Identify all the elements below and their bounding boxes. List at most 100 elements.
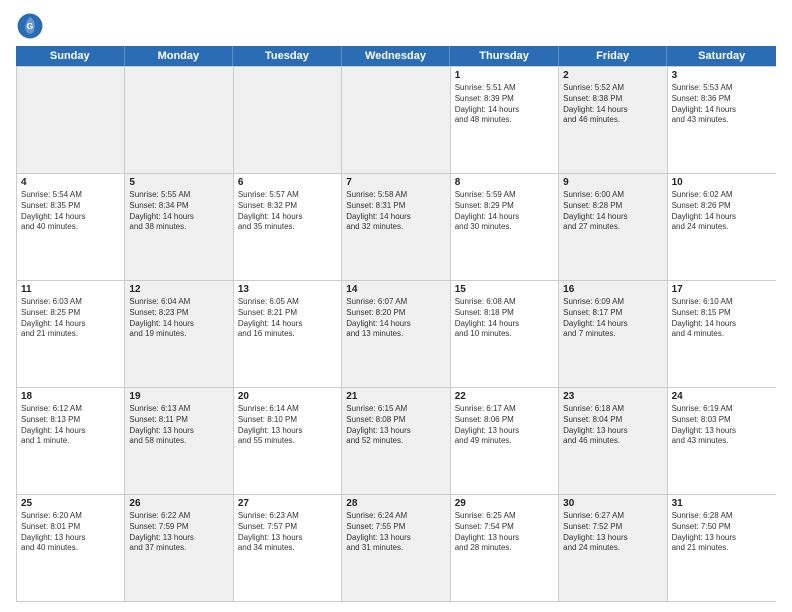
day-number: 19: [129, 391, 228, 402]
day-info: Sunrise: 6:04 AM Sunset: 8:23 PM Dayligh…: [129, 297, 228, 340]
header-day-friday: Friday: [559, 46, 668, 66]
calendar-cell-day-19: 19 Sunrise: 6:13 AM Sunset: 8:11 PM Dayli…: [125, 388, 233, 494]
day-number: 11: [21, 284, 120, 295]
calendar-cell-day-20: 20Sunrise: 6:14 AM Sunset: 8:10 PM Dayli…: [234, 388, 342, 494]
day-info: Sunrise: 6:07 AM Sunset: 8:20 PM Dayligh…: [346, 297, 445, 340]
day-info: Sunrise: 6:24 AM Sunset: 7:55 PM Dayligh…: [346, 511, 445, 554]
day-info: Sunrise: 6:00 AM Sunset: 8:28 PM Dayligh…: [563, 190, 662, 233]
day-number: 1: [455, 70, 554, 81]
day-info: Sunrise: 6:05 AM Sunset: 8:21 PM Dayligh…: [238, 297, 337, 340]
day-info: Sunrise: 6:14 AM Sunset: 8:10 PM Dayligh…: [238, 404, 337, 447]
day-number: 24: [672, 391, 772, 402]
day-info: Sunrise: 6:08 AM Sunset: 8:18 PM Dayligh…: [455, 297, 554, 340]
day-info: Sunrise: 6:12 AM Sunset: 8:13 PM Dayligh…: [21, 404, 120, 447]
calendar-row-2: 4 Sunrise: 5:54 AM Sunset: 8:35 PM Daylig…: [17, 173, 776, 280]
day-number: 27: [238, 498, 337, 509]
calendar-cell-day-21: 21 Sunrise: 6:15 AM Sunset: 8:08 PM Dayli…: [342, 388, 450, 494]
calendar-cell-day-31: 31 Sunrise: 6:28 AM Sunset: 7:50 PM Dayli…: [668, 495, 776, 601]
day-info: Sunrise: 5:51 AM Sunset: 8:39 PM Dayligh…: [455, 83, 554, 126]
day-number: 18: [21, 391, 120, 402]
day-info: Sunrise: 6:27 AM Sunset: 7:52 PM Dayligh…: [563, 511, 662, 554]
calendar-cell-day-10: 10 Sunrise: 6:02 AM Sunset: 8:26 PM Dayli…: [668, 174, 776, 280]
calendar-body: 1 Sunrise: 5:51 AM Sunset: 8:39 PM Daylig…: [16, 66, 776, 602]
calendar-cell-empty: [125, 67, 233, 173]
calendar-cell-day-15: 15 Sunrise: 6:08 AM Sunset: 8:18 PM Dayli…: [451, 281, 559, 387]
day-number: 21: [346, 391, 445, 402]
calendar-cell-day-26: 26 Sunrise: 6:22 AM Sunset: 7:59 PM Dayli…: [125, 495, 233, 601]
day-info: Sunrise: 6:18 AM Sunset: 8:04 PM Dayligh…: [563, 404, 662, 447]
day-info: Sunrise: 6:19 AM Sunset: 8:03 PM Dayligh…: [672, 404, 772, 447]
logo: G: [16, 12, 48, 40]
calendar-cell-empty: [234, 67, 342, 173]
calendar-row-1: 1 Sunrise: 5:51 AM Sunset: 8:39 PM Daylig…: [17, 66, 776, 173]
day-number: 5: [129, 177, 228, 188]
day-number: 17: [672, 284, 772, 295]
day-number: 23: [563, 391, 662, 402]
day-number: 13: [238, 284, 337, 295]
calendar-cell-empty: [17, 67, 125, 173]
day-info: Sunrise: 5:53 AM Sunset: 8:36 PM Dayligh…: [672, 83, 772, 126]
day-info: Sunrise: 6:23 AM Sunset: 7:57 PM Dayligh…: [238, 511, 337, 554]
day-info: Sunrise: 5:54 AM Sunset: 8:35 PM Dayligh…: [21, 190, 120, 233]
day-info: Sunrise: 6:25 AM Sunset: 7:54 PM Dayligh…: [455, 511, 554, 554]
calendar-row-4: 18 Sunrise: 6:12 AM Sunset: 8:13 PM Dayli…: [17, 387, 776, 494]
header-day-thursday: Thursday: [450, 46, 559, 66]
day-number: 26: [129, 498, 228, 509]
day-info: Sunrise: 6:22 AM Sunset: 7:59 PM Dayligh…: [129, 511, 228, 554]
calendar-cell-day-5: 5 Sunrise: 5:55 AM Sunset: 8:34 PM Daylig…: [125, 174, 233, 280]
calendar-header: SundayMondayTuesdayWednesdayThursdayFrid…: [16, 46, 776, 66]
calendar-cell-day-18: 18 Sunrise: 6:12 AM Sunset: 8:13 PM Dayli…: [17, 388, 125, 494]
svg-text:G: G: [27, 21, 34, 31]
day-info: Sunrise: 5:57 AM Sunset: 8:32 PM Dayligh…: [238, 190, 337, 233]
calendar-cell-day-12: 12 Sunrise: 6:04 AM Sunset: 8:23 PM Dayli…: [125, 281, 233, 387]
calendar-cell-day-24: 24 Sunrise: 6:19 AM Sunset: 8:03 PM Dayli…: [668, 388, 776, 494]
calendar-row-3: 11 Sunrise: 6:03 AM Sunset: 8:25 PM Dayli…: [17, 280, 776, 387]
logo-icon: G: [16, 12, 44, 40]
calendar-cell-day-13: 13 Sunrise: 6:05 AM Sunset: 8:21 PM Dayli…: [234, 281, 342, 387]
day-info: Sunrise: 5:58 AM Sunset: 8:31 PM Dayligh…: [346, 190, 445, 233]
header-day-saturday: Saturday: [667, 46, 776, 66]
calendar-cell-day-3: 3 Sunrise: 5:53 AM Sunset: 8:36 PM Daylig…: [668, 67, 776, 173]
day-info: Sunrise: 6:02 AM Sunset: 8:26 PM Dayligh…: [672, 190, 772, 233]
day-number: 12: [129, 284, 228, 295]
day-number: 9: [563, 177, 662, 188]
day-info: Sunrise: 6:09 AM Sunset: 8:17 PM Dayligh…: [563, 297, 662, 340]
day-number: 31: [672, 498, 772, 509]
day-number: 6: [238, 177, 337, 188]
day-info: Sunrise: 6:03 AM Sunset: 8:25 PM Dayligh…: [21, 297, 120, 340]
day-info: Sunrise: 6:10 AM Sunset: 8:15 PM Dayligh…: [672, 297, 772, 340]
day-number: 7: [346, 177, 445, 188]
calendar-cell-day-30: 30Sunrise: 6:27 AM Sunset: 7:52 PM Dayli…: [559, 495, 667, 601]
calendar-cell-day-9: 9 Sunrise: 6:00 AM Sunset: 8:28 PM Daylig…: [559, 174, 667, 280]
day-info: Sunrise: 6:20 AM Sunset: 8:01 PM Dayligh…: [21, 511, 120, 554]
day-number: 16: [563, 284, 662, 295]
header: G: [16, 12, 776, 40]
day-info: Sunrise: 5:52 AM Sunset: 8:38 PM Dayligh…: [563, 83, 662, 126]
calendar-cell-day-23: 23 Sunrise: 6:18 AM Sunset: 8:04 PM Dayli…: [559, 388, 667, 494]
day-info: Sunrise: 6:15 AM Sunset: 8:08 PM Dayligh…: [346, 404, 445, 447]
calendar: SundayMondayTuesdayWednesdayThursdayFrid…: [16, 46, 776, 602]
calendar-cell-day-14: 14 Sunrise: 6:07 AM Sunset: 8:20 PM Dayli…: [342, 281, 450, 387]
day-number: 3: [672, 70, 772, 81]
calendar-cell-day-17: 17 Sunrise: 6:10 AM Sunset: 8:15 PM Dayli…: [668, 281, 776, 387]
header-day-monday: Monday: [125, 46, 234, 66]
calendar-cell-day-8: 8Sunrise: 5:59 AM Sunset: 8:29 PM Daylig…: [451, 174, 559, 280]
header-day-wednesday: Wednesday: [342, 46, 451, 66]
calendar-cell-day-16: 16 Sunrise: 6:09 AM Sunset: 8:17 PM Dayli…: [559, 281, 667, 387]
day-number: 14: [346, 284, 445, 295]
day-number: 15: [455, 284, 554, 295]
calendar-cell-day-22: 22Sunrise: 6:17 AM Sunset: 8:06 PM Dayli…: [451, 388, 559, 494]
day-info: Sunrise: 5:55 AM Sunset: 8:34 PM Dayligh…: [129, 190, 228, 233]
day-number: 10: [672, 177, 772, 188]
day-info: Sunrise: 6:28 AM Sunset: 7:50 PM Dayligh…: [672, 511, 772, 554]
day-number: 25: [21, 498, 120, 509]
calendar-cell-day-27: 27 Sunrise: 6:23 AM Sunset: 7:57 PM Dayli…: [234, 495, 342, 601]
page: G SundayMondayTuesdayWednesdayThursdayFr…: [0, 0, 792, 612]
day-info: Sunrise: 6:13 AM Sunset: 8:11 PM Dayligh…: [129, 404, 228, 447]
header-day-tuesday: Tuesday: [233, 46, 342, 66]
calendar-cell-day-1: 1 Sunrise: 5:51 AM Sunset: 8:39 PM Daylig…: [451, 67, 559, 173]
header-day-sunday: Sunday: [16, 46, 125, 66]
calendar-cell-day-25: 25 Sunrise: 6:20 AM Sunset: 8:01 PM Dayli…: [17, 495, 125, 601]
calendar-cell-empty: [342, 67, 450, 173]
day-number: 4: [21, 177, 120, 188]
